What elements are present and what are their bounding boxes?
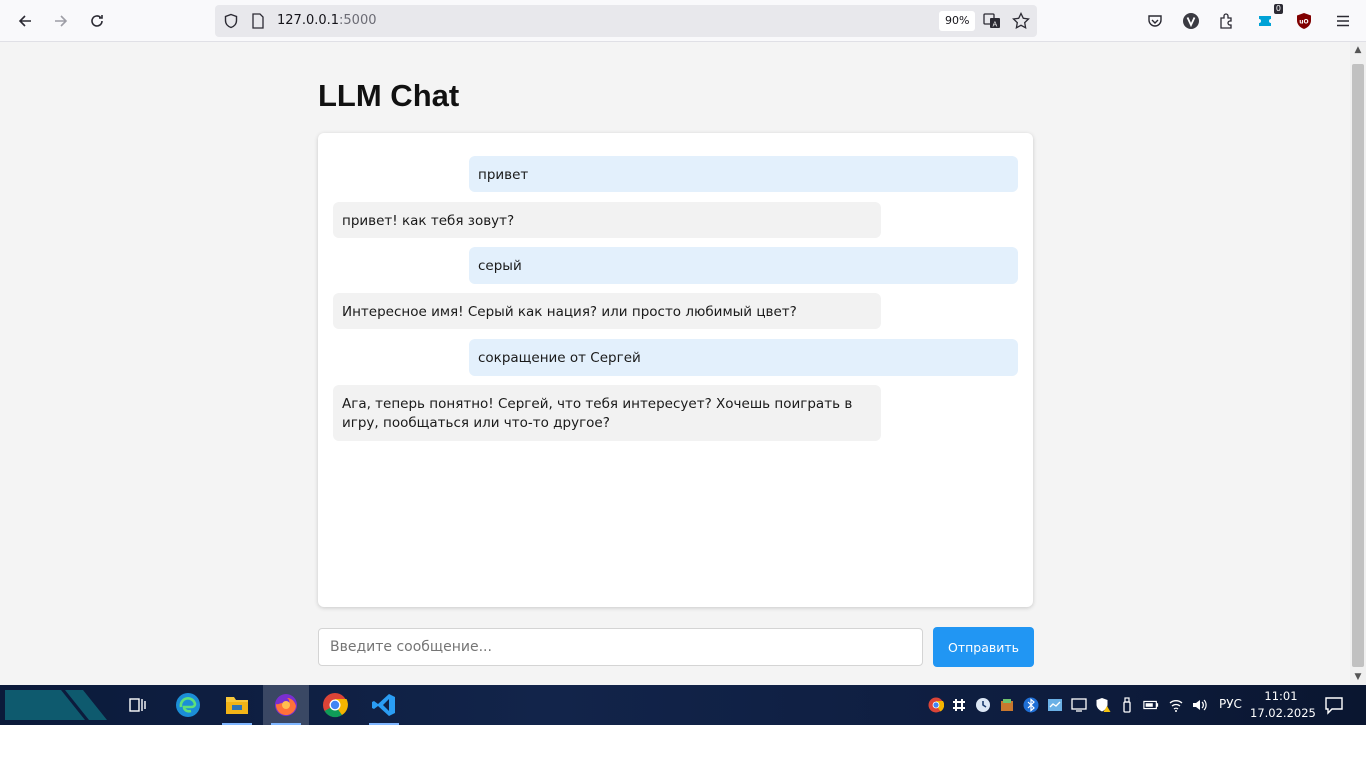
message-input[interactable] [318, 628, 923, 666]
reload-button[interactable] [84, 8, 110, 34]
send-button[interactable]: Отправить [933, 627, 1034, 667]
ublock-shield-icon: uO [1297, 13, 1311, 29]
start-logo-icon [5, 690, 107, 720]
back-button[interactable] [12, 8, 38, 34]
svg-text:A: A [993, 21, 998, 29]
url-text[interactable]: 127.0.0.1:5000 [277, 13, 377, 28]
tray-chrome-icon[interactable] [928, 697, 944, 713]
tray-slack-icon[interactable] [951, 697, 967, 713]
wifi-icon[interactable] [1168, 697, 1184, 713]
chat-messages-container[interactable]: привет привет! как тебя зовут? серый Инт… [318, 133, 1033, 607]
back-arrow-icon [18, 15, 31, 27]
bluetooth-icon[interactable] [1023, 697, 1039, 713]
taskbar-firefox[interactable] [263, 685, 309, 725]
page-info-icon[interactable] [251, 13, 265, 33]
forward-button[interactable] [48, 8, 74, 34]
forward-arrow-icon [55, 15, 68, 27]
bookmark-star-icon[interactable] [1012, 11, 1030, 34]
chrome-icon [323, 693, 348, 718]
shield-icon[interactable] [223, 13, 239, 33]
clock-time: 11:01 [1264, 689, 1298, 703]
security-warning-icon[interactable] [1095, 697, 1111, 713]
tray-display-icon[interactable] [1071, 697, 1087, 713]
user-message: привет [469, 156, 1018, 192]
clock-date: 17.02.2025 [1250, 706, 1316, 720]
input-language-indicator[interactable]: РУС [1219, 697, 1242, 711]
windows-taskbar: РУС 11:01 17.02.2025 [0, 685, 1366, 725]
system-clock[interactable]: 11:01 17.02.2025 [1250, 688, 1316, 722]
volume-icon[interactable] [1191, 697, 1207, 713]
task-view-icon [129, 698, 146, 712]
ublock-origin-button[interactable]: uO [1291, 8, 1317, 34]
url-bar[interactable]: 127.0.0.1:5000 90% A [215, 5, 1037, 37]
user-message: серый [469, 247, 1018, 284]
screen-bottom-area [0, 725, 1366, 768]
puzzle-icon [1220, 13, 1232, 29]
bot-message: Ага, теперь понятно! Сергей, что тебя ин… [333, 385, 881, 441]
user-message: сокращение от Сергей [469, 339, 1018, 376]
ublock-counter-button[interactable]: 0 [1252, 4, 1283, 34]
scroll-down-arrow-icon[interactable]: ▼ [1352, 671, 1364, 683]
zoom-level-button[interactable]: 90% [939, 11, 976, 31]
notification-icon [1325, 697, 1343, 715]
firefox-icon [275, 694, 297, 716]
scroll-up-arrow-icon[interactable]: ▲ [1352, 44, 1364, 56]
vpn-extension-button[interactable] [1178, 8, 1204, 34]
svg-text:uO: uO [1299, 19, 1308, 26]
start-button[interactable] [5, 688, 109, 720]
vscode-icon [372, 694, 395, 716]
folder-icon [226, 697, 248, 714]
scrollbar-thumb[interactable] [1352, 64, 1364, 667]
pocket-button[interactable] [1142, 8, 1168, 34]
battery-icon[interactable] [1143, 697, 1159, 713]
notification-center-button[interactable] [1324, 695, 1344, 715]
taskbar-chrome[interactable] [312, 685, 358, 725]
page-title: LLM Chat [318, 78, 460, 113]
bot-message: Интересное имя! Серый как нация? или про… [333, 293, 881, 329]
extension-badge-count: 0 [1273, 4, 1283, 14]
url-host: 127.0.0.1 [277, 13, 340, 28]
v-circle-icon [1183, 13, 1199, 29]
taskbar-edge[interactable] [165, 685, 211, 725]
taskbar-vscode[interactable] [361, 685, 407, 725]
bot-message: привет! как тебя зовут? [333, 202, 881, 238]
url-port: :5000 [339, 13, 377, 28]
extension-ticket-icon [1259, 16, 1271, 26]
usb-device-icon[interactable] [1119, 697, 1135, 713]
extensions-button[interactable] [1214, 8, 1240, 34]
task-view-button[interactable] [114, 685, 160, 725]
reload-icon [91, 15, 103, 27]
taskbar-file-explorer[interactable] [214, 685, 260, 725]
pocket-icon [1148, 15, 1162, 27]
edge-icon [176, 693, 200, 717]
tray-monitor-app-icon[interactable] [1047, 697, 1063, 713]
tray-clock-app-icon[interactable] [975, 697, 991, 713]
hamburger-menu-icon [1337, 15, 1349, 27]
translate-icon[interactable]: A [983, 12, 1001, 34]
browser-toolbar: 127.0.0.1:5000 90% A 0 uO [0, 0, 1366, 42]
menu-button[interactable] [1330, 8, 1356, 34]
tray-app-icon[interactable] [999, 697, 1015, 713]
